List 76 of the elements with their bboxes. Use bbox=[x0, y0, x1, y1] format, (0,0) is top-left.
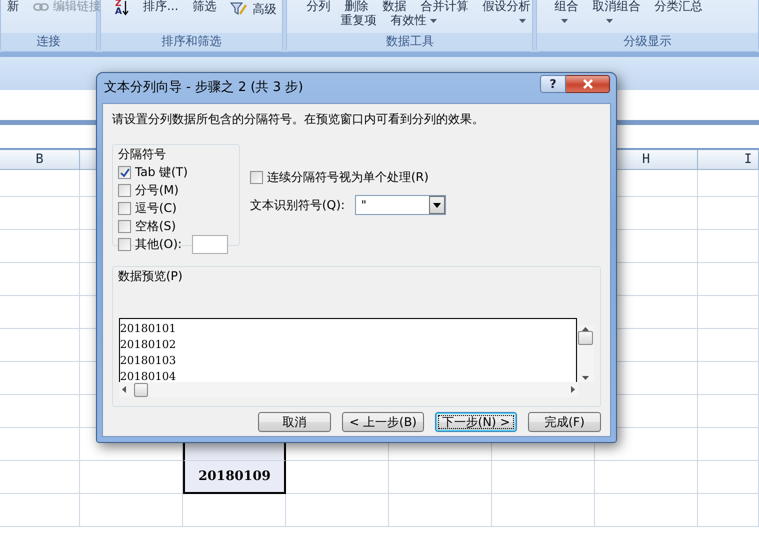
checkbox-label: Tab 键(T) bbox=[135, 164, 188, 181]
ribbon-button[interactable]: 假设分析 bbox=[482, 0, 530, 13]
close-button[interactable] bbox=[566, 75, 610, 93]
help-button[interactable]: ? bbox=[540, 75, 566, 93]
ribbon-button[interactable]: 合并计算 bbox=[420, 0, 468, 13]
scrollbar-thumb[interactable] bbox=[134, 382, 148, 396]
ribbon-button[interactable]: 取消组合 bbox=[592, 0, 640, 13]
ribbon-button[interactable]: 分列 bbox=[306, 0, 330, 13]
scroll-left-icon[interactable] bbox=[122, 386, 126, 393]
preview-line: 20180102 bbox=[120, 337, 177, 353]
vertical-scrollbar[interactable] bbox=[577, 325, 594, 382]
table-cell bbox=[698, 230, 759, 263]
caret-icon[interactable] bbox=[519, 18, 526, 22]
checkbox[interactable] bbox=[118, 220, 131, 232]
dialog-button[interactable]: 完成(F) bbox=[528, 412, 601, 432]
checkbox-label: 分号(M) bbox=[135, 182, 179, 199]
ribbon-group-label: 排序和筛选 bbox=[101, 33, 282, 51]
ribbon-button[interactable]: 重复项 bbox=[340, 14, 376, 27]
horizontal-scrollbar[interactable] bbox=[119, 382, 578, 397]
table-cell bbox=[698, 197, 759, 230]
ribbon-dropdown-button[interactable]: 有效性 bbox=[390, 14, 438, 27]
table-cell: 20180109 bbox=[183, 461, 286, 494]
checkbox[interactable] bbox=[118, 202, 131, 214]
preview-line: 20180103 bbox=[120, 353, 177, 369]
table-cell bbox=[698, 170, 759, 197]
window-title: 文本分列向导 - 步骤之 2 (共 3 步) bbox=[104, 79, 304, 98]
checkbox[interactable] bbox=[118, 238, 131, 250]
table-cell bbox=[698, 296, 759, 329]
group-label: 分隔符号 bbox=[117, 147, 167, 162]
checkbox-label: 连续分隔符号视为单个处理(R) bbox=[267, 169, 429, 186]
scrollbar-thumb[interactable] bbox=[578, 331, 594, 345]
table-cell bbox=[698, 362, 759, 395]
table-cell bbox=[698, 329, 759, 362]
ribbon-button[interactable]: 组合 bbox=[554, 0, 578, 13]
advanced-filter-button[interactable]: 高级 bbox=[230, 2, 276, 16]
instruction-text: 请设置分列数据所包含的分隔符号。在预览窗口内可看到分列的效果。 bbox=[112, 111, 485, 128]
checkbox[interactable] bbox=[118, 184, 131, 196]
ribbon-button[interactable]: 分类汇总 bbox=[654, 0, 702, 13]
dialog-button[interactable]: 取消 bbox=[258, 412, 331, 432]
table-cell bbox=[698, 428, 759, 461]
table-cell bbox=[698, 263, 759, 296]
link-icon bbox=[33, 2, 49, 12]
preview-line: 20180101 bbox=[120, 321, 177, 337]
ribbon-group-label: 数据工具 bbox=[287, 33, 532, 51]
caret-icon[interactable] bbox=[561, 18, 568, 22]
column-header[interactable]: I bbox=[698, 150, 759, 170]
checkbox-label: 空格(S) bbox=[135, 218, 176, 235]
qualifier-dropdown[interactable]: " bbox=[355, 195, 446, 215]
ribbon-button[interactable]: 删除 bbox=[344, 0, 368, 13]
scroll-right-icon[interactable] bbox=[571, 386, 575, 393]
ribbon-button[interactable]: 新 bbox=[7, 0, 19, 13]
dialog-button[interactable]: 下一步(N) > bbox=[435, 412, 517, 432]
checkbox-label: 其他(O): bbox=[135, 236, 182, 253]
caret-icon bbox=[430, 18, 438, 22]
table-cell bbox=[698, 461, 759, 494]
ribbon-button[interactable]: 筛选 bbox=[192, 0, 216, 13]
close-icon bbox=[582, 79, 594, 89]
ribbon-button[interactable]: 排序... bbox=[142, 0, 178, 13]
table-cell bbox=[698, 494, 759, 527]
input-field[interactable] bbox=[192, 234, 228, 254]
caret-icon[interactable] bbox=[606, 18, 614, 22]
field-label: 文本识别符号(Q): bbox=[250, 197, 346, 214]
dialog-button[interactable]: < 上一步(B) bbox=[342, 412, 424, 432]
checkbox[interactable] bbox=[250, 170, 263, 184]
ribbon-group-label: 连接 bbox=[1, 33, 96, 51]
column-header[interactable]: B bbox=[0, 150, 80, 170]
table-cell bbox=[698, 395, 759, 428]
ribbon-button[interactable]: 数据 bbox=[382, 0, 406, 13]
funnel-pencil-icon bbox=[230, 2, 248, 16]
group-label: 数据预览(P) bbox=[117, 269, 184, 284]
scroll-down-icon[interactable] bbox=[582, 376, 590, 380]
ribbon-group-label: 分级显示 bbox=[537, 33, 758, 51]
checkbox[interactable] bbox=[118, 166, 131, 178]
caret-icon bbox=[433, 202, 441, 208]
checkbox-label: 逗号(C) bbox=[135, 200, 177, 217]
preview-line: 20180104 bbox=[120, 369, 177, 382]
